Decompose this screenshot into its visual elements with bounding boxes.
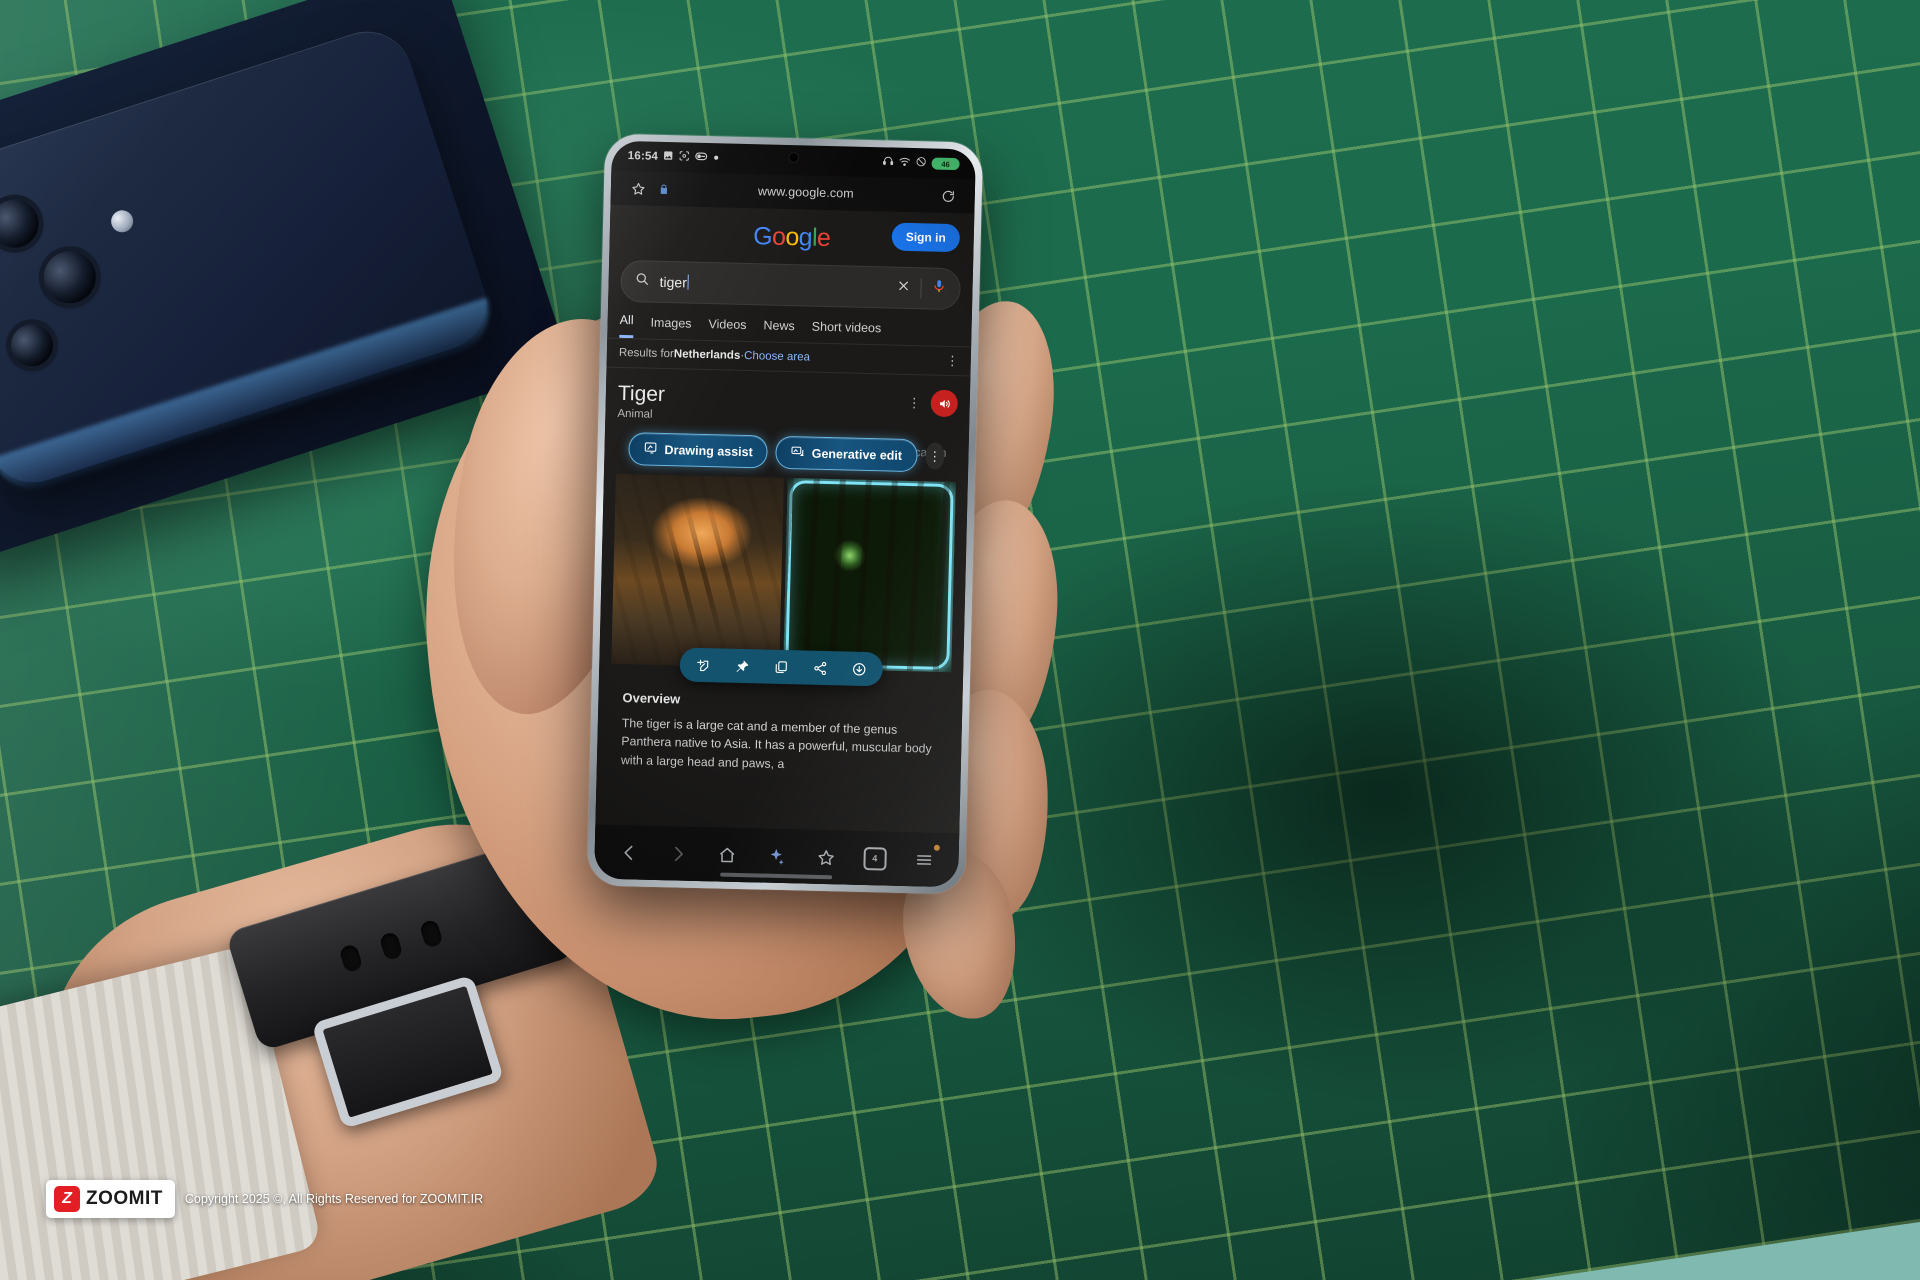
google-logo: Google [752,222,831,253]
google-header: Google Sign in [609,205,974,263]
status-time: 16:54 [627,150,659,163]
tab-images[interactable]: Images [650,315,691,338]
kebab-menu-icon[interactable]: ⋮ [924,442,945,470]
phone-device: 16:54 46 www.google.com Google Sign in t… [586,133,984,895]
dnd-mute-icon [915,156,926,170]
forward-icon[interactable] [662,837,695,870]
generative-edit-icon [791,444,805,461]
recording-dot-icon [713,152,720,164]
screen-recorder-icon [695,151,708,165]
download-icon[interactable] [839,651,879,686]
tabs-icon[interactable]: 4 [858,842,891,875]
ai-selection-highlight [785,480,954,671]
copyright-text: Copyright 2025 ©, All Rights Reserved fo… [184,1192,484,1206]
back-icon[interactable] [613,836,646,869]
tab-news[interactable]: News [763,318,795,341]
menu-icon[interactable] [908,843,941,876]
add-to-note-icon[interactable] [683,648,723,683]
zoomit-brand-text: ZOOMIT [86,1188,163,1209]
pin-icon[interactable] [722,649,762,684]
action-toolbar[interactable] [679,647,884,687]
phone-screen: 16:54 46 www.google.com Google Sign in t… [594,140,976,888]
choose-area-link[interactable]: Choose area [744,350,810,364]
url-text[interactable]: www.google.com [677,182,935,202]
speaker-icon[interactable] [930,389,959,418]
copy-icon[interactable] [761,649,801,684]
close-icon[interactable] [896,278,910,297]
lock-icon[interactable] [651,176,678,203]
overview-heading: Overview [622,690,681,707]
results-prefix: Results for [618,346,674,361]
results-region: Netherlands [673,348,741,362]
zoomit-mark: Z [54,1186,80,1212]
tab-all[interactable]: All [619,312,634,339]
gesture-handle[interactable] [720,872,833,880]
kebab-menu-icon[interactable]: ⋮ [946,353,959,368]
browser-bottom-nav[interactable]: 4 [594,824,960,888]
wifi-icon [898,156,911,169]
watermark: Z ZOOMIT Copyright 2025 ©, All Rights Re… [46,1180,483,1218]
headset-icon [882,155,894,169]
search-query-text[interactable]: tiger [659,274,886,296]
zoomit-logo: Z ZOOMIT [46,1180,175,1218]
gallery-icon [663,150,674,164]
search-icon [634,271,649,291]
share-icon[interactable] [800,650,840,685]
tiger-sitting-photo[interactable] [611,473,784,668]
tab-videos[interactable]: Videos [708,317,746,340]
overview-paragraph: The tiger is a large cat and a member of… [620,716,932,771]
drawing-assist-icon [643,441,657,458]
galaxy-ai-pill-bar[interactable]: classification Drawing assist Generativ [628,432,947,473]
drawing-assist-button[interactable]: Drawing assist [628,432,769,469]
microphone-icon[interactable] [931,279,946,299]
bookmarks-icon[interactable] [809,841,842,874]
tab-count-badge: 4 [863,846,887,871]
battery-indicator: 46 [931,157,960,171]
update-badge-dot [934,844,941,851]
star-icon[interactable] [625,175,652,202]
camera-lens [37,244,103,310]
google-search-page: Google Sign in tiger All Images Videos N… [594,204,975,888]
camera-lens [5,318,59,372]
sign-in-button[interactable]: Sign in [891,222,961,253]
front-camera-punch-hole [788,151,800,164]
camera-lens [0,193,45,254]
home-icon[interactable] [711,838,744,871]
divider [920,278,922,299]
kebab-menu-icon[interactable]: ⋮ [908,394,921,409]
drawing-assist-label: Drawing assist [664,442,753,459]
tab-short-videos[interactable]: Short videos [811,319,882,343]
knowledge-panel: Tiger Animal ⋮ classification [597,368,971,778]
generative-edit-button[interactable]: Generative edit [775,435,918,473]
ai-sparkle-icon[interactable] [760,840,793,873]
tiger-face-closeup-photo[interactable] [783,478,956,673]
screenshot-capture-icon [679,150,690,164]
image-results-strip[interactable] [611,473,956,687]
reload-icon[interactable] [935,183,962,210]
camera-flash [108,207,137,236]
generative-edit-label: Generative edit [811,446,903,463]
photo-scene: 16:54 46 www.google.com Google Sign in t… [0,0,1920,1280]
